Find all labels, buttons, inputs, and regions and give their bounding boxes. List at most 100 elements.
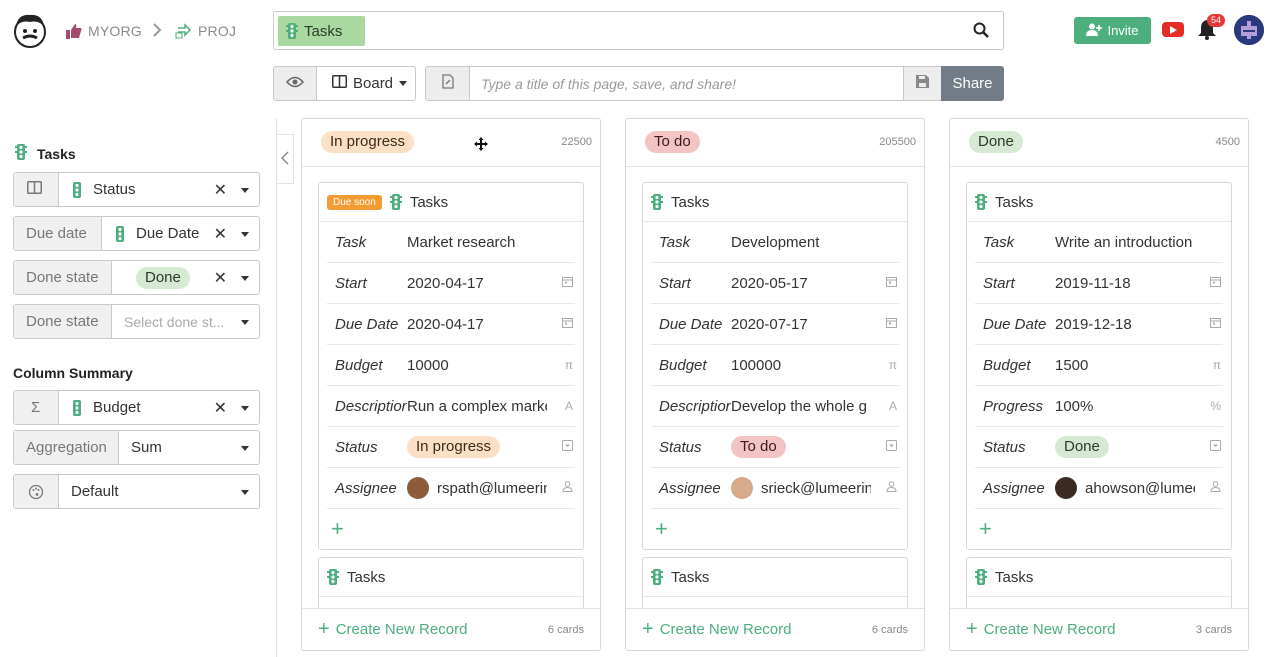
clear-icon[interactable]: ✕ [214, 224, 227, 244]
field-value-cell[interactable]: 2020-05-17 [731, 275, 871, 292]
field-value-cell[interactable]: 2020-04-17 [407, 316, 547, 333]
plus-icon[interactable]: + [642, 618, 654, 641]
caret-down-icon[interactable] [241, 320, 249, 325]
create-record-button[interactable]: Create New Record [336, 621, 468, 638]
add-field-button[interactable]: + [319, 509, 583, 549]
card-field-row[interactable]: Budget 1500 π [975, 345, 1223, 386]
field-value-cell[interactable]: 2020-04-17 [407, 275, 547, 292]
plus-icon[interactable]: + [966, 618, 978, 641]
group-by-value: Status [93, 181, 136, 198]
card-count: 6 cards [547, 623, 584, 636]
group-by-select[interactable]: Status ✕ [59, 173, 259, 206]
card-field-row[interactable]: Budget 10000 π [327, 345, 575, 386]
page-title-input[interactable]: Type a title of this page, save, and sha… [469, 66, 904, 101]
column-header[interactable]: Done 4500 [950, 119, 1248, 167]
card-field-row[interactable]: Start 2020-04-17 [327, 263, 575, 304]
done-state-select[interactable]: Done ✕ [112, 261, 259, 294]
card-field-row[interactable]: Assignee srieck@lumeering [651, 468, 899, 509]
card-field-row[interactable]: Task Development [651, 222, 899, 263]
user-avatar[interactable] [1234, 15, 1264, 45]
card-field-row[interactable]: Budget 100000 π [651, 345, 899, 386]
card-field-row[interactable]: Assignee rspath@lumeering [327, 468, 575, 509]
create-record-button[interactable]: Create New Record [660, 621, 792, 638]
record-card[interactable]: Tasks Task Write an introduction Start 2019-… [966, 182, 1232, 550]
create-record-button[interactable]: Create New Record [984, 621, 1116, 638]
caret-down-icon[interactable] [241, 232, 249, 237]
clear-icon[interactable]: ✕ [214, 180, 227, 200]
card-field-row[interactable]: Start 2020-05-17 [651, 263, 899, 304]
card-field-row[interactable]: Start 2019-11-18 [975, 263, 1223, 304]
share-button[interactable]: Share [941, 66, 1004, 101]
summary-field-select[interactable]: Budget ✕ [59, 391, 259, 424]
field-value-cell[interactable]: 2019-11-18 [1055, 275, 1195, 292]
card-field-row[interactable]: Due Date 2020-07-17 [651, 304, 899, 345]
column-header[interactable]: To do 205500 [626, 119, 924, 167]
field-value-cell[interactable]: Market research [407, 234, 547, 251]
record-card[interactable]: Tasks Task Development Start 2020-05-17 Due D… [642, 182, 908, 550]
field-value-cell[interactable]: 1500 [1055, 357, 1195, 374]
field-value-cell[interactable]: 10000 [407, 357, 547, 374]
field-value-cell[interactable]: Run a complex market [407, 398, 547, 415]
add-field-button[interactable]: + [967, 509, 1231, 549]
field-value-cell[interactable]: To do [731, 436, 871, 458]
collapse-panel-button[interactable] [277, 134, 294, 184]
invite-button[interactable]: Invite [1074, 17, 1151, 44]
field-value-cell[interactable]: In progress [407, 436, 547, 458]
add-field-button[interactable]: + [643, 509, 907, 549]
card-field-row[interactable]: Due Date 2019-12-18 [975, 304, 1223, 345]
card-field-row[interactable]: Status Done [975, 427, 1223, 468]
field-value: 100% [1055, 397, 1094, 415]
caret-down-icon[interactable] [241, 446, 249, 451]
done-state-select-2[interactable]: Select done st... [112, 305, 259, 338]
field-value-cell[interactable]: 2019-12-18 [1055, 316, 1195, 333]
card-field-row[interactable]: Assignee ahowson@lumeering [975, 468, 1223, 509]
breadcrumb-project[interactable]: PROJ [175, 20, 236, 42]
field-name: Assignee [659, 479, 721, 497]
traffic-light-icon [286, 23, 298, 39]
field-value-cell[interactable]: Write an introduction [1055, 234, 1195, 251]
record-card[interactable]: Due soon Tasks Task Market research Start 202… [318, 182, 584, 550]
field-value-cell[interactable]: 100000 [731, 357, 871, 374]
breadcrumb-org[interactable]: MYORG [66, 20, 142, 42]
search-chip-tasks[interactable]: Tasks [278, 16, 365, 46]
card-field-row[interactable]: Task Market research [327, 222, 575, 263]
youtube-icon[interactable] [1162, 22, 1184, 37]
clear-icon[interactable]: ✕ [214, 268, 227, 288]
search-bar[interactable]: Tasks [273, 11, 1004, 50]
search-icon[interactable] [973, 22, 989, 42]
field-value-cell[interactable]: Done [1055, 436, 1195, 458]
create-record-bar: + Create New Record 6 cards [626, 608, 924, 650]
field-value-cell[interactable]: Develop the whole g [731, 398, 871, 415]
card-field-row[interactable]: Due Date 2020-04-17 [327, 304, 575, 345]
field-value-cell[interactable]: rspath@lumeering [407, 477, 547, 499]
page-icon-button[interactable] [425, 66, 470, 101]
card-field-row[interactable]: Status To do [651, 427, 899, 468]
floppy-disk-icon [916, 75, 929, 92]
field-name: Due Date [983, 315, 1047, 333]
plus-icon[interactable]: + [318, 618, 330, 641]
card-field-row[interactable]: Progress 100%% [975, 386, 1223, 427]
style-select[interactable]: Default [59, 475, 259, 508]
view-mode-dropdown[interactable]: Board [316, 66, 416, 101]
card-field-row[interactable]: Description Develop the whole g A [651, 386, 899, 427]
aggregation-select[interactable]: Sum [119, 431, 259, 464]
caret-down-icon[interactable] [241, 276, 249, 281]
field-value-cell[interactable]: 100% [1055, 398, 1195, 415]
panel-table-name: Tasks [37, 145, 76, 162]
card-field-row[interactable]: Status In progress [327, 427, 575, 468]
caret-down-icon[interactable] [241, 406, 249, 411]
clear-icon[interactable]: ✕ [214, 398, 227, 418]
save-button[interactable] [903, 66, 942, 101]
card-field-row[interactable]: Task Write an introduction [975, 222, 1223, 263]
column-header[interactable]: In progress 22500 [302, 119, 600, 167]
due-date-select[interactable]: Due Date ✕ [102, 217, 259, 250]
field-value-cell[interactable]: ahowson@lumeering [1055, 477, 1195, 499]
view-visibility-button[interactable] [273, 66, 317, 101]
caret-down-icon[interactable] [241, 188, 249, 193]
card-field-row[interactable]: Description Run a complex market A [327, 386, 575, 427]
field-value-cell[interactable]: 2020-07-17 [731, 316, 871, 333]
app-logo[interactable] [12, 12, 48, 48]
field-value-cell[interactable]: Development [731, 234, 871, 251]
caret-down-icon[interactable] [241, 490, 249, 495]
field-value-cell[interactable]: srieck@lumeering [731, 477, 871, 499]
